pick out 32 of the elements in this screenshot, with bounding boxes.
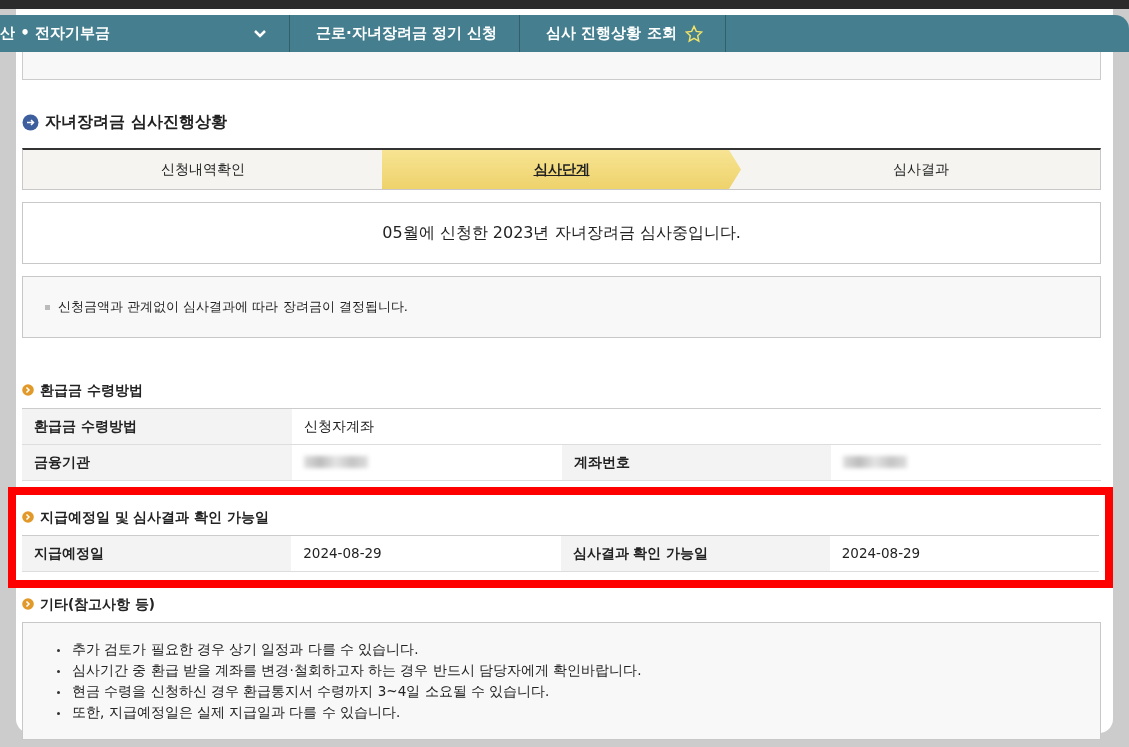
notice-text: 신청금액과 관계없이 심사결과에 따라 장려금이 결정됩니다. [58,299,408,314]
section-title: 자녀장려금 심사진행상황 [45,111,227,133]
bullet-icon [57,690,60,694]
field-label: 지급예정일 [22,536,292,571]
step-tab[interactable]: 심사결과 [741,150,1100,189]
chevron-circle-icon [22,510,34,523]
bullet-icon [57,669,60,673]
chevron-circle-icon [22,598,34,611]
field-label: 환급금 수령방법 [22,408,292,444]
field-label: 심사결과 확인 가능일 [560,536,830,571]
note-item: 심사기간 중 환급 받을 계좌를 변경·철회하고자 하는 경우 반드시 담당자에게 확인바랍니다. [72,662,642,679]
chevron-down-icon [253,28,267,39]
step-tab[interactable]: 심사단계 [382,150,741,189]
bullet-icon [45,305,50,310]
status-message: 05월에 신청한 2023년 자녀장려금 심사중입니다. [382,222,741,244]
arrow-circle-icon [22,113,39,131]
chevron-circle-icon [22,383,34,396]
star-icon[interactable] [684,24,703,43]
field-value: 2024-08-29 [841,544,921,564]
note-item: 또한, 지급예정일은 실제 지급일과 다를 수 있습니다. [72,704,401,721]
note-item: 추가 검토가 필요한 경우 상기 일정과 다를 수 있습니다. [72,641,419,658]
field-label: 계좌번호 [561,444,832,480]
field-label: 금융기관 [22,444,292,480]
bullet-icon [57,648,60,652]
note-item: 현금 수령을 신청하신 경우 환급통지서 수령까지 3~4일 소요될 수 있습니다. [72,683,550,700]
section-title: 지급예정일 및 심사결과 확인 가능일 [40,507,269,527]
field-value: 신청자계좌 [304,417,374,437]
bullet-icon [57,711,60,715]
field-value: 2024-08-29 [303,544,382,564]
section-title: 기타(참고사항 등) [40,595,156,614]
step-tab[interactable]: 신청내역확인 [23,150,382,189]
section-title: 환급금 수령방법 [40,380,143,400]
